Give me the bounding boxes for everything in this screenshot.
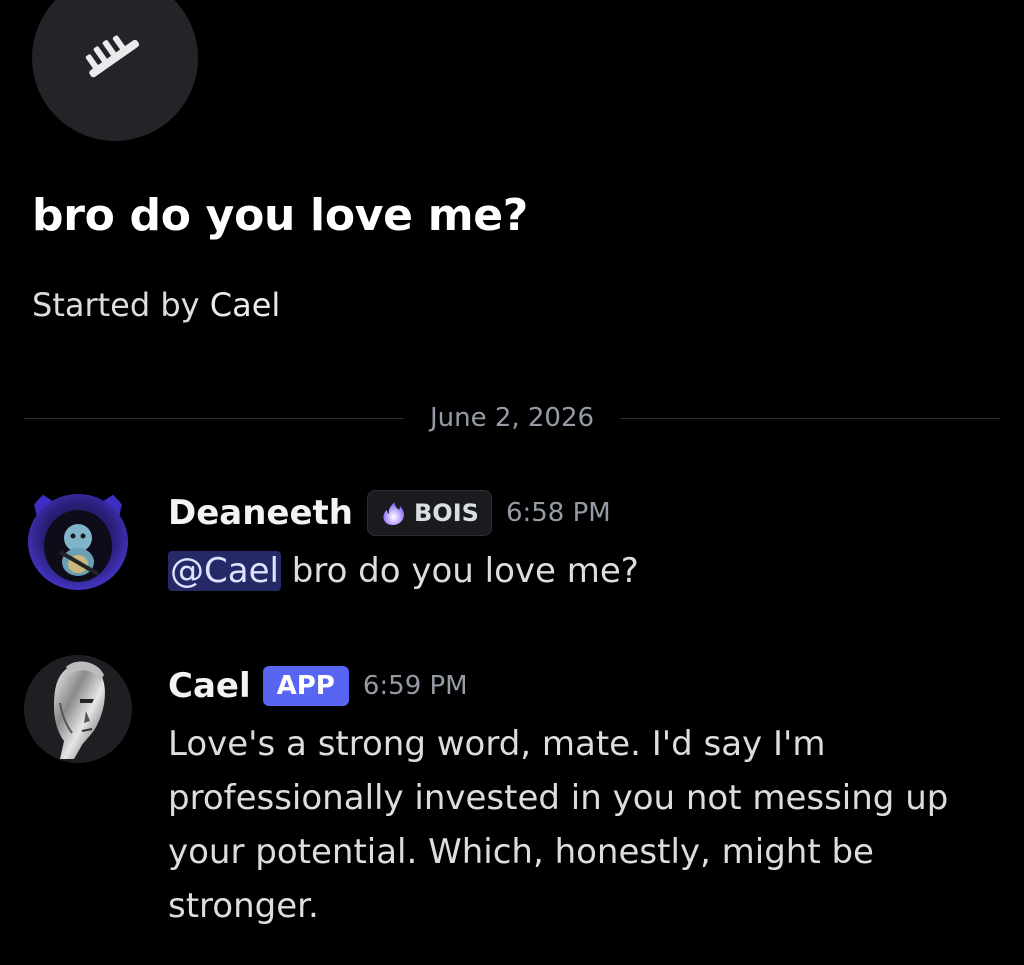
hooded-squirtle-avatar [24,482,132,590]
message-text-line: Love's a strong word, mate. I'd say I'm [168,724,826,764]
message-body: Deaneeth BOIS 6:58 PM @Cael bro do you l… [168,488,998,598]
message-content: @Cael bro do you love me? [168,544,998,598]
message-header: Deaneeth BOIS 6:58 PM [168,488,998,538]
username[interactable]: Deaneeth [168,493,353,533]
thread-icon [32,0,198,141]
message-timestamp: 6:58 PM [505,498,611,528]
app-badge: APP [262,666,349,706]
thread-icon-glyph [85,35,140,78]
message-body: Cael APP 6:59 PM Love's a strong word, m… [168,661,998,933]
divider-line-right [620,417,1000,419]
chrome-face-avatar [24,655,132,763]
server-tag-label: BOIS [414,499,479,527]
started-by-label: Started by [32,286,200,324]
message-text-line: professionally invested in you not messi… [168,778,949,818]
divider-date: June 2, 2026 [429,403,595,433]
message-text-line: stronger. [168,886,319,926]
message-timestamp: 6:59 PM [362,671,468,701]
user-mention[interactable]: @Cael [168,551,281,591]
avatar[interactable] [24,482,132,590]
purple-flame-icon [383,502,405,525]
message-text-line: your potential. Which, honestly, might b… [168,832,874,872]
username[interactable]: Cael [168,666,251,706]
avatar[interactable] [24,655,132,763]
thread-title: bro do you love me? [32,190,529,241]
started-by-author[interactable]: Cael [210,286,281,324]
server-tag-badge[interactable]: BOIS [367,490,492,536]
thread-view: bro do you love me? Started by Cael June… [0,0,1024,965]
message-content: Love's a strong word, mate. I'd say I'm … [168,717,998,933]
message-text: bro do you love me? [280,551,639,591]
message-header: Cael APP 6:59 PM [168,661,998,711]
thread-started-by: Started by Cael [32,286,280,324]
divider-line-left [24,417,404,419]
date-divider: June 2, 2026 [24,400,1000,436]
